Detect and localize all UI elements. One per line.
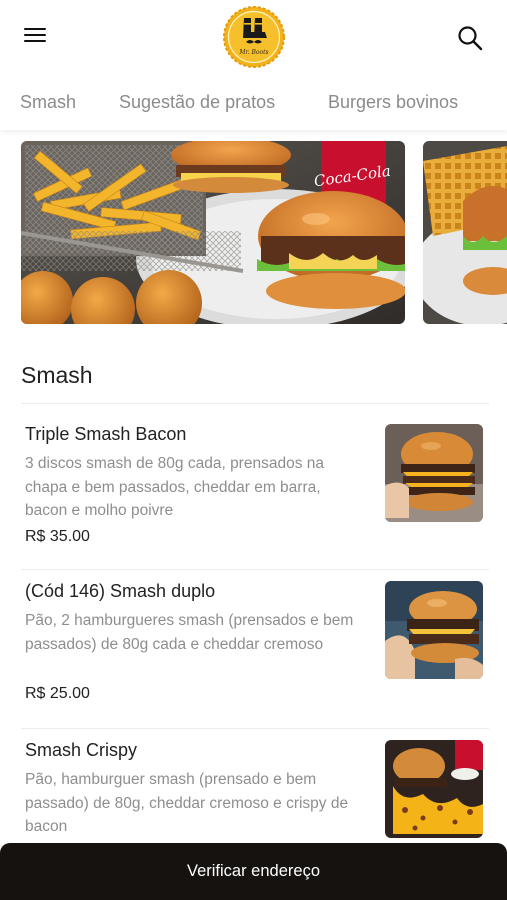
restaurant-logo[interactable]: Mr. Boots (222, 5, 286, 69)
triple-smash-burger-photo (385, 424, 483, 522)
item-description: Pão, hamburguer smash (prensado e bem pa… (25, 771, 349, 835)
menu-item-smash-crispy[interactable]: Smash Crispy Pão, hamburguer smash (pren… (0, 740, 507, 840)
menu-item-triple-smash-bacon[interactable]: Triple Smash Bacon 3 discos smash de 80g… (0, 424, 507, 564)
verify-address-button[interactable]: Verificar endereço (0, 843, 507, 900)
item-price: R$ 35.00 (25, 528, 90, 545)
item-name: Triple Smash Bacon (25, 424, 187, 444)
tab-burgers-bovinos[interactable]: Burgers bovinos (328, 92, 458, 113)
fries-burger-coke-photo: Coca-Cola (21, 141, 405, 324)
item-photo (385, 424, 483, 522)
verify-address-label: Verificar endereço (187, 862, 320, 880)
tab-smash[interactable]: Smash (20, 92, 76, 113)
item-photo (385, 740, 483, 838)
item-name: Smash Crispy (25, 740, 138, 760)
item-price: R$ 25.00 (25, 685, 90, 702)
item-name: (Cód 146) Smash duplo (25, 581, 216, 601)
tab-sugestao-de-pratos[interactable]: Sugestão de pratos (119, 92, 275, 113)
promo-banner-2[interactable] (423, 141, 507, 324)
category-tabs: Smash Sugestão de pratos Burgers bovinos (0, 74, 507, 130)
logo-lettering: Mr. Boots (238, 49, 268, 56)
item-photo (385, 581, 483, 679)
menu-item-smash-duplo[interactable]: (Cód 146) Smash duplo Pão, 2 hamburguere… (0, 581, 507, 721)
section-title: Smash (21, 362, 93, 388)
item-divider (21, 569, 489, 570)
promo-banner-1[interactable]: Coca-Cola (21, 141, 405, 324)
crispy-smash-burger-photo (385, 740, 483, 838)
app-header: Mr. Boots (0, 0, 507, 74)
waffle-fries-burger-photo (423, 141, 507, 324)
hamburger-menu-icon[interactable] (22, 24, 48, 48)
item-description: 3 discos smash de 80g cada, prensados na… (25, 455, 324, 519)
item-divider (21, 728, 489, 729)
search-icon[interactable] (456, 24, 484, 52)
section-divider (21, 403, 489, 404)
double-smash-burger-photo (385, 581, 483, 679)
item-description: Pão, 2 hamburgueres smash (prensados e b… (25, 612, 354, 653)
